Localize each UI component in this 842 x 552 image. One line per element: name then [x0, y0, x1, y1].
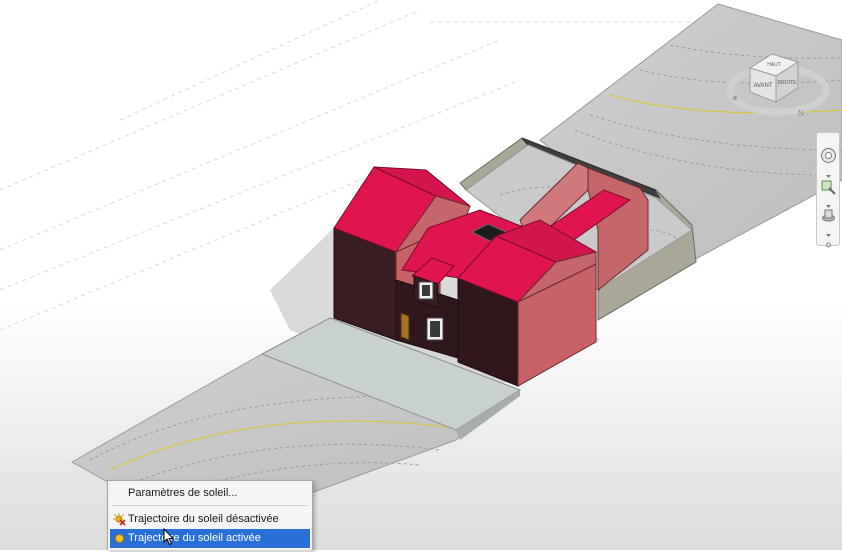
navigation-bar: [816, 132, 840, 248]
dormer-window-pane: [422, 285, 430, 296]
menu-separator: [112, 505, 308, 506]
steering-wheel-icon[interactable]: [820, 147, 837, 164]
menu-item-sun-path-on[interactable]: Trajectoire du soleil activée: [110, 529, 310, 548]
viewcube-compass-dot[interactable]: [733, 96, 737, 100]
orbit-icon[interactable]: [820, 207, 837, 224]
3d-model-scene[interactable]: [0, 0, 842, 550]
menu-item-label: Trajectoire du soleil désactivée: [128, 513, 279, 525]
viewcube-right-label: DROITE: [778, 80, 798, 86]
front-window-pane: [430, 321, 440, 337]
viewcube-top-label: HAUT: [767, 62, 781, 68]
menu-item-label: Paramètres de soleil...: [128, 487, 238, 499]
menu-item-sun-path-off[interactable]: Trajectoire du soleil désactivée: [110, 510, 310, 529]
front-door[interactable]: [400, 312, 410, 341]
zoom-region-icon[interactable]: [820, 179, 837, 196]
viewcube[interactable]: HAUT AVANT DROITE N: [726, 40, 830, 122]
menu-item-label: Trajectoire du soleil activée: [128, 532, 261, 544]
menu-item-sun-settings[interactable]: Paramètres de soleil...: [110, 484, 310, 503]
mouse-cursor-icon: [163, 527, 175, 546]
sun-path-context-menu: Paramètres de soleil... Trajectoire du s…: [107, 480, 313, 550]
sun-off-icon: [113, 513, 126, 526]
viewcube-compass-marker[interactable]: N: [798, 109, 804, 118]
navbar-options-icon[interactable]: [820, 236, 837, 248]
sun-on-icon: [113, 532, 126, 545]
viewcube-front-label: AVANT: [753, 83, 772, 89]
3d-viewport[interactable]: HAUT AVANT DROITE N Paramètres de soleil…: [0, 0, 842, 550]
